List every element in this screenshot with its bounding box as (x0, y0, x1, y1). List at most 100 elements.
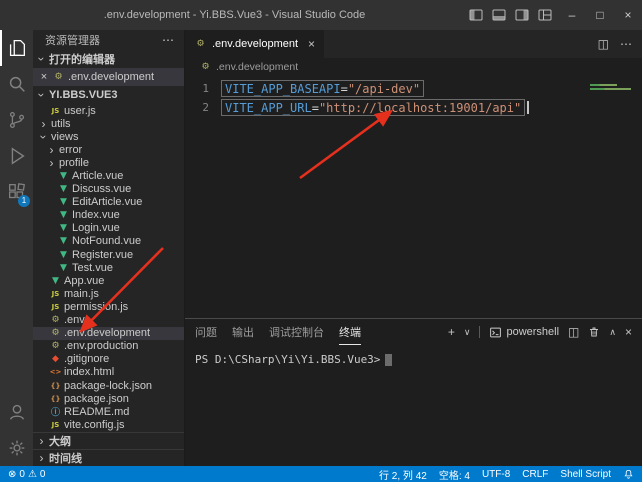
outline-section-header[interactable]: › 大纲 (33, 432, 184, 449)
kill-terminal-icon[interactable] (588, 326, 600, 338)
vue-file-icon: ▼ (57, 223, 70, 233)
cursor-position-status[interactable]: 行 2, 列 42 (379, 467, 427, 482)
bell-icon (623, 469, 634, 480)
tree-item-package.json[interactable]: {}package.json (33, 392, 184, 405)
tree-item-README.md[interactable]: ⓘREADME.md (33, 405, 184, 418)
notifications-button[interactable] (623, 469, 634, 480)
close-tab-icon[interactable]: × (308, 37, 315, 51)
search-icon (6, 73, 28, 95)
json-file-icon: {} (49, 395, 62, 403)
tree-item-index.html[interactable]: <>index.html (33, 366, 184, 379)
tree-item-Index.vue[interactable]: ▼Index.vue (33, 209, 184, 222)
code-line-2[interactable]: 2VITE_APP_URL="http://localhost:19001/ap… (185, 98, 642, 117)
toggle-panel-icon[interactable] (492, 9, 506, 21)
indentation-status[interactable]: 空格: 4 (439, 467, 470, 482)
project-section-header[interactable]: › YI.BBS.VUE3 (33, 86, 184, 104)
activity-source-control-button[interactable] (0, 102, 33, 138)
toggle-sidebar-icon[interactable] (469, 9, 483, 21)
code-line-1[interactable]: 1VITE_APP_BASEAPI="/api-dev" (185, 79, 642, 98)
breadcrumb-filename: .env.development (216, 61, 298, 73)
open-editor-item[interactable]: × ⚙ .env.development (33, 68, 184, 86)
minimize-button[interactable]: – (558, 0, 586, 30)
tree-item-package-lock.json[interactable]: {}package-lock.json (33, 379, 184, 392)
js-file-icon: JS (49, 421, 62, 429)
maximize-panel-icon[interactable]: ∧ (609, 327, 616, 338)
panel-actions: + ∨ powershell ◫ ∧ × (448, 325, 632, 339)
file-name: Test.vue (72, 262, 113, 274)
minimap[interactable] (590, 81, 636, 93)
tree-item-error[interactable]: ›error (33, 143, 184, 156)
language-mode-status[interactable]: Shell Script (560, 469, 611, 480)
chevron-right-icon: › (36, 451, 47, 465)
editor-more-actions-icon[interactable]: ⋯ (620, 37, 632, 51)
vue-file-icon: ▼ (57, 250, 70, 260)
terminal-cursor (385, 354, 392, 366)
activity-explorer-button[interactable] (0, 30, 33, 66)
terminal-output[interactable]: PS D:\CSharp\Yi\Yi.BBS.Vue3> (185, 345, 642, 466)
tree-item-App.vue[interactable]: ▼App.vue (33, 274, 184, 287)
editor-tab-bar: ⚙ .env.development × ◫ ⋯ (185, 30, 642, 58)
panel-tab-terminal[interactable]: 终端 (339, 319, 361, 345)
vue-file-icon: ▼ (57, 184, 70, 194)
file-name: index.html (64, 366, 114, 378)
tree-item-profile[interactable]: ›profile (33, 156, 184, 169)
activity-search-button[interactable] (0, 66, 33, 102)
tree-item-views[interactable]: ›views (33, 130, 184, 143)
panel-tab-debug-console[interactable]: 调试控制台 (269, 319, 324, 345)
file-name: utils (51, 118, 71, 130)
new-terminal-icon[interactable]: + (448, 325, 455, 339)
file-name: Index.vue (72, 209, 120, 221)
maximize-button[interactable]: □ (586, 0, 614, 30)
code-editor[interactable]: 1VITE_APP_BASEAPI="/api-dev"2VITE_APP_UR… (185, 76, 642, 318)
tree-item-Test.vue[interactable]: ▼Test.vue (33, 261, 184, 274)
tree-item-Register.vue[interactable]: ▼Register.vue (33, 248, 184, 261)
activity-run-debug-button[interactable] (0, 138, 33, 174)
tab-label: .env.development (212, 38, 298, 50)
tree-item-Discuss.vue[interactable]: ▼Discuss.vue (33, 183, 184, 196)
tree-item-.env.production[interactable]: ⚙.env.production (33, 340, 184, 353)
breadcrumb[interactable]: ⚙ .env.development (185, 58, 642, 76)
sidebar-more-actions-icon[interactable]: ⋯ (162, 33, 174, 47)
file-name: main.js (64, 288, 99, 300)
timeline-section-header[interactable]: › 时间线 (33, 449, 184, 466)
shell-label: powershell (506, 326, 559, 338)
tab-env-development[interactable]: ⚙ .env.development × (185, 30, 325, 58)
tree-item-vite.config.js[interactable]: JSvite.config.js (33, 418, 184, 431)
tree-item-.env.development[interactable]: ⚙.env.development (33, 327, 184, 340)
bottom-panel: 问题输出调试控制台终端 + ∨ powershell ◫ ∧ (185, 318, 642, 466)
tree-item-.env[interactable]: ⚙.env (33, 314, 184, 327)
tree-item-NotFound.vue[interactable]: ▼NotFound.vue (33, 235, 184, 248)
tree-item-main.js[interactable]: JSmain.js (33, 287, 184, 300)
tree-item-user.js[interactable]: JSuser.js (33, 104, 184, 117)
vue-file-icon: ▼ (57, 210, 70, 220)
close-window-button[interactable]: × (614, 0, 642, 30)
terminal-profile-powershell[interactable]: powershell (489, 326, 559, 339)
terminal-dropdown-icon[interactable]: ∨ (464, 327, 471, 338)
close-editor-icon[interactable]: × (39, 71, 49, 83)
customize-layout-icon[interactable] (538, 9, 552, 21)
split-editor-icon[interactable]: ◫ (598, 37, 609, 51)
open-editors-section-header[interactable]: › 打开的编辑器 (33, 50, 184, 68)
activity-account-button[interactable] (0, 394, 33, 430)
problems-status[interactable]: ⊗ 0 ⚠ 0 (8, 469, 45, 480)
eol-status[interactable]: CRLF (522, 469, 548, 480)
panel-tab-output[interactable]: 输出 (232, 319, 254, 345)
encoding-status[interactable]: UTF-8 (482, 469, 510, 480)
main-area: 1 资源管理器 ⋯ › 打开的编辑器 × ⚙ .env.development (0, 30, 642, 466)
source-control-icon (6, 109, 28, 131)
activity-extensions-button[interactable]: 1 (0, 174, 33, 210)
files-icon (6, 37, 28, 59)
activity-settings-button[interactable] (0, 430, 33, 466)
panel-tab-problems[interactable]: 问题 (195, 319, 217, 345)
js-file-icon: JS (49, 107, 62, 115)
layout-controls (469, 9, 552, 21)
tree-item-EditArticle.vue[interactable]: ▼EditArticle.vue (33, 196, 184, 209)
toggle-secondary-sidebar-icon[interactable] (515, 9, 529, 21)
split-terminal-icon[interactable]: ◫ (568, 325, 579, 339)
close-panel-icon[interactable]: × (625, 325, 632, 339)
tree-item-permission.js[interactable]: JSpermission.js (33, 300, 184, 313)
tree-item-Login.vue[interactable]: ▼Login.vue (33, 222, 184, 235)
tree-item-Article.vue[interactable]: ▼Article.vue (33, 169, 184, 182)
tree-item-utils[interactable]: ›utils (33, 117, 184, 130)
tree-item-.gitignore[interactable]: ◆.gitignore (33, 353, 184, 366)
